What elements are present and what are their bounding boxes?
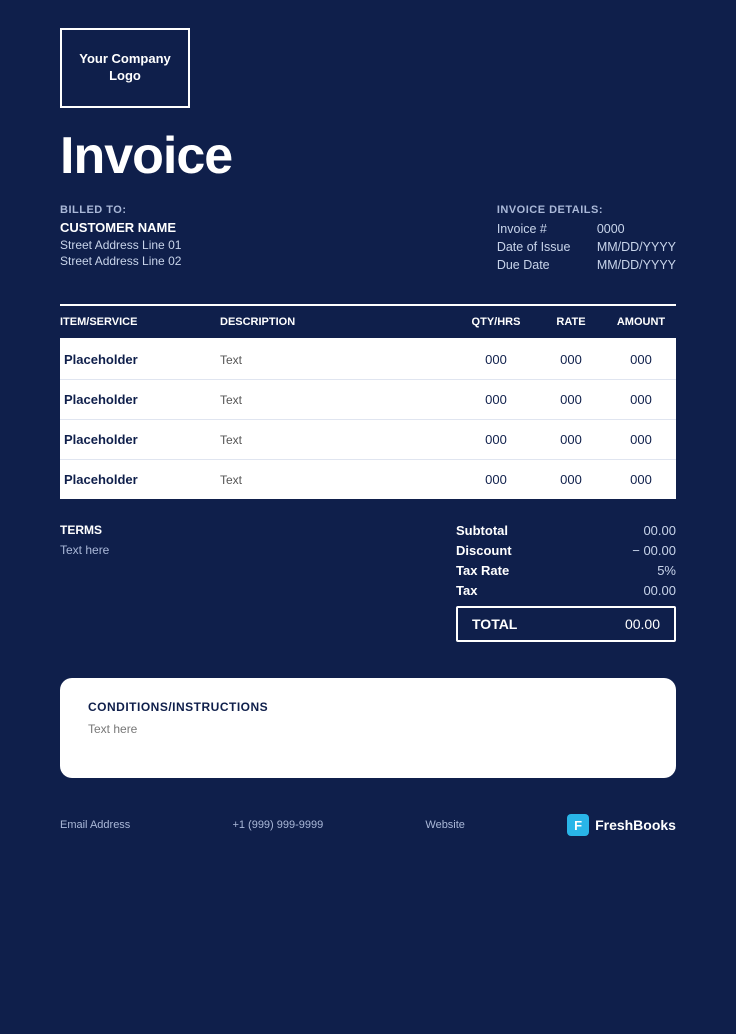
billed-to-section: BILLED TO: CUSTOMER NAME Street Address … (60, 204, 181, 276)
detail-row-date-issue: Date of Issue MM/DD/YYYY (497, 240, 676, 254)
tax-rate-line: Tax Rate 5% (456, 563, 676, 578)
billed-to-label: BILLED TO: (60, 204, 181, 216)
cell-qty-1: 000 (456, 392, 536, 407)
footer-phone: +1 (999) 999-9999 (232, 819, 323, 831)
footer-email: Email Address (60, 819, 130, 831)
cell-desc-0: Text (220, 353, 456, 367)
cell-desc-2: Text (220, 433, 456, 447)
cell-item-1: Placeholder (60, 392, 220, 407)
freshbooks-logo: F FreshBooks (567, 814, 676, 836)
cell-item-0: Placeholder (60, 352, 220, 367)
freshbooks-name: FreshBooks (595, 817, 676, 833)
invoice-details-label: INVOICE DETAILS: (497, 204, 676, 216)
detail-row-due-date: Due Date MM/DD/YYYY (497, 258, 676, 272)
cell-amount-3: 000 (606, 472, 676, 487)
freshbooks-icon: F (567, 814, 589, 836)
conditions-label: CONDITIONS/INSTRUCTIONS (88, 700, 648, 714)
cell-amount-0: 000 (606, 352, 676, 367)
address-line-1: Street Address Line 01 (60, 238, 181, 252)
cell-rate-1: 000 (536, 392, 606, 407)
col-header-amount: AMOUNT (606, 316, 676, 328)
tax-line: Tax 00.00 (456, 583, 676, 598)
detail-row-invoice-num: Invoice # 0000 (497, 222, 676, 236)
cell-rate-2: 000 (536, 432, 606, 447)
col-header-desc: DESCRIPTION (220, 316, 456, 328)
col-header-item: ITEM/SERVICE (60, 316, 220, 328)
footer-website: Website (425, 819, 465, 831)
cell-amount-2: 000 (606, 432, 676, 447)
company-logo: Your Company Logo (60, 28, 190, 108)
totals-section: Subtotal 00.00 Discount − 00.00 Tax Rate… (456, 523, 676, 642)
cell-qty-0: 000 (456, 352, 536, 367)
invoice-title: Invoice (0, 108, 736, 186)
table-row: Placeholder Text 000 000 000 (60, 340, 676, 380)
table-row: Placeholder Text 000 000 000 (60, 460, 676, 499)
conditions-box: CONDITIONS/INSTRUCTIONS Text here (60, 678, 676, 778)
address-line-2: Street Address Line 02 (60, 254, 181, 268)
conditions-text: Text here (88, 722, 648, 736)
col-header-qty: QTY/HRS (456, 316, 536, 328)
cell-qty-3: 000 (456, 472, 536, 487)
cell-desc-1: Text (220, 393, 456, 407)
cell-rate-0: 000 (536, 352, 606, 367)
cell-item-3: Placeholder (60, 472, 220, 487)
cell-desc-3: Text (220, 473, 456, 487)
table-body: Placeholder Text 000 000 000 Placeholder… (60, 340, 676, 499)
cell-qty-2: 000 (456, 432, 536, 447)
terms-text: Text here (60, 543, 109, 557)
footer: Email Address +1 (999) 999-9999 Website … (0, 814, 736, 864)
customer-name: CUSTOMER NAME (60, 220, 181, 235)
cell-amount-1: 000 (606, 392, 676, 407)
invoice-table: ITEM/SERVICE DESCRIPTION QTY/HRS RATE AM… (60, 304, 676, 499)
total-box: TOTAL 00.00 (456, 606, 676, 642)
invoice-details-section: INVOICE DETAILS: Invoice # 0000 Date of … (497, 204, 676, 276)
table-row: Placeholder Text 000 000 000 (60, 380, 676, 420)
subtotal-line: Subtotal 00.00 (456, 523, 676, 538)
table-row: Placeholder Text 000 000 000 (60, 420, 676, 460)
discount-line: Discount − 00.00 (456, 543, 676, 558)
col-header-rate: RATE (536, 316, 606, 328)
cell-rate-3: 000 (536, 472, 606, 487)
terms-section: TERMS Text here (60, 523, 109, 642)
cell-item-2: Placeholder (60, 432, 220, 447)
table-header: ITEM/SERVICE DESCRIPTION QTY/HRS RATE AM… (60, 304, 676, 340)
terms-label: TERMS (60, 523, 109, 537)
